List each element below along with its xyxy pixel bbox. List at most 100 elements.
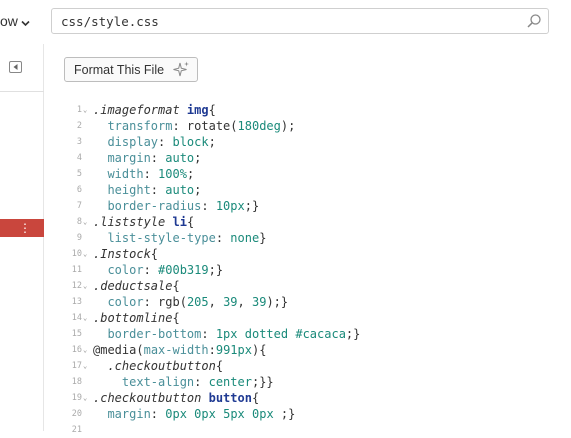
code-text: margin: 0px 0px 5px 0px ;}: [93, 406, 295, 422]
fold-chevron-icon[interactable]: ⌄: [83, 214, 91, 230]
code-token: 1px: [215, 327, 238, 341]
line-number: 10: [71, 249, 82, 259]
collapse-sidebar-icon[interactable]: [9, 61, 22, 73]
code-line[interactable]: 4 margin: auto;: [44, 150, 571, 166]
line-number: 14: [71, 313, 82, 323]
code-line[interactable]: 12 ⌄ .deductsale{: [44, 278, 571, 294]
format-file-button[interactable]: Format This File: [64, 57, 198, 82]
top-bar: ow css/style.css: [0, 0, 571, 44]
code-token: ;}: [273, 407, 296, 421]
code-token: .checkoutbutton: [93, 359, 216, 373]
code-token: text-align: [93, 375, 195, 389]
code-line[interactable]: 21: [44, 422, 571, 438]
code-editor[interactable]: 1 ⌄ .imageformat img{2 transform: rotate(1…: [44, 102, 571, 435]
search-icon[interactable]: [526, 13, 542, 34]
code-line[interactable]: 9 list-style-type: none}: [44, 230, 571, 246]
fold-chevron-icon[interactable]: ⌄: [83, 246, 91, 262]
line-number: 16: [71, 345, 82, 355]
code-token: color: [93, 263, 144, 277]
line-number: 2: [76, 121, 82, 131]
file-path-field[interactable]: css/style.css: [51, 8, 549, 34]
line-number: 4: [76, 153, 82, 163]
code-line[interactable]: 15 border-bottom: 1px dotted #cacaca;}: [44, 326, 571, 342]
code-text: .deductsale{: [93, 278, 180, 294]
code-token: ;}: [208, 263, 224, 277]
code-text: border-bottom: 1px dotted #cacaca;}: [93, 326, 360, 342]
code-token: img: [186, 103, 209, 117]
code-line[interactable]: 14 ⌄ .bottomline{: [44, 310, 571, 326]
code-token: border-bottom: [93, 327, 202, 341]
code-line[interactable]: 11 color: #00b319;}: [44, 262, 571, 278]
code-token: 5px: [223, 407, 245, 421]
code-text: .liststyle li{: [93, 214, 194, 230]
fold-chevron-icon[interactable]: ⌄: [83, 358, 91, 374]
code-line[interactable]: 13 color: rgb(205, 39, 39);}: [44, 294, 571, 310]
line-number: 20: [71, 409, 82, 419]
code-line[interactable]: 17 ⌄ .checkoutbutton{: [44, 358, 571, 374]
fold-chevron-icon[interactable]: ⌄: [83, 342, 91, 358]
code-token: dotted: [244, 327, 289, 341]
code-line[interactable]: 3 display: block;: [44, 134, 571, 150]
line-number: 18: [71, 377, 82, 387]
code-token: block: [172, 135, 209, 149]
view-menu[interactable]: ow: [0, 13, 30, 30]
code-line[interactable]: 1 ⌄ .imageformat img{: [44, 102, 571, 118]
code-token: transform: [93, 119, 173, 133]
code-line[interactable]: 2 transform: rotate(180deg);: [44, 118, 571, 134]
code-text: height: auto;: [93, 182, 201, 198]
code-token: :: [208, 343, 216, 357]
line-number: 3: [76, 137, 82, 147]
code-line[interactable]: 16 ⌄ @media(max-width:991px){: [44, 342, 571, 358]
code-line[interactable]: 5 width: 100%;: [44, 166, 571, 182]
code-line[interactable]: 6 height: auto;: [44, 182, 571, 198]
code-line[interactable]: 10 ⌄ .Instock{: [44, 246, 571, 262]
code-token: 0px: [165, 407, 187, 421]
line-number: 15: [71, 329, 82, 339]
code-token: .liststyle: [93, 215, 173, 229]
chevron-down-icon: [21, 14, 30, 30]
code-token: 10px: [215, 199, 245, 213]
code-line[interactable]: 18 text-align: center;}}: [44, 374, 571, 390]
code-text: color: rgb(205, 39, 39);}: [93, 294, 288, 310]
code-line[interactable]: 19 ⌄ .checkoutbutton button{: [44, 390, 571, 406]
code-line[interactable]: 8 ⌄ .liststyle li{: [44, 214, 571, 230]
code-token: );: [280, 119, 296, 133]
fold-chevron-icon[interactable]: ⌄: [83, 102, 91, 118]
code-token: {: [186, 215, 195, 229]
code-text: transform: rotate(180deg);: [93, 118, 295, 134]
code-token: border-radius: [93, 199, 202, 213]
code-token: {: [150, 247, 159, 261]
fold-chevron-icon[interactable]: ⌄: [83, 390, 91, 406]
code-token: #cacaca: [295, 327, 346, 341]
code-token: margin: [93, 407, 151, 421]
code-token: display: [93, 135, 159, 149]
code-text: margin: auto;: [93, 150, 201, 166]
line-number: 8: [76, 217, 82, 227]
line-number: 17: [71, 361, 82, 371]
sparkle-icon: [171, 60, 191, 85]
code-token: :: [201, 327, 216, 341]
code-token: :: [143, 167, 159, 181]
line-number: 13: [71, 297, 82, 307]
code-token: ;}: [345, 327, 361, 341]
code-token: :: [150, 183, 166, 197]
code-token: list-style-type: [93, 231, 216, 245]
code-token: :: [143, 263, 159, 277]
fold-chevron-icon[interactable]: ⌄: [83, 310, 91, 326]
code-token: auto: [165, 151, 195, 165]
code-text: display: block;: [93, 134, 215, 150]
code-token: :: [150, 151, 166, 165]
code-token: @media: [93, 343, 137, 357]
sidebar-active-item[interactable]: ⋮: [0, 219, 44, 237]
code-token: {: [208, 103, 216, 117]
code-token: ;: [194, 151, 202, 165]
fold-chevron-icon[interactable]: ⌄: [83, 278, 91, 294]
code-token: :: [150, 407, 166, 421]
more-vertical-icon[interactable]: ⋮: [19, 221, 31, 235]
line-number: 11: [71, 265, 82, 275]
code-text: .bottomline{: [93, 310, 180, 326]
code-line[interactable]: 7 border-radius: 10px;}: [44, 198, 571, 214]
code-line[interactable]: 20 margin: 0px 0px 5px 0px ;}: [44, 406, 571, 422]
